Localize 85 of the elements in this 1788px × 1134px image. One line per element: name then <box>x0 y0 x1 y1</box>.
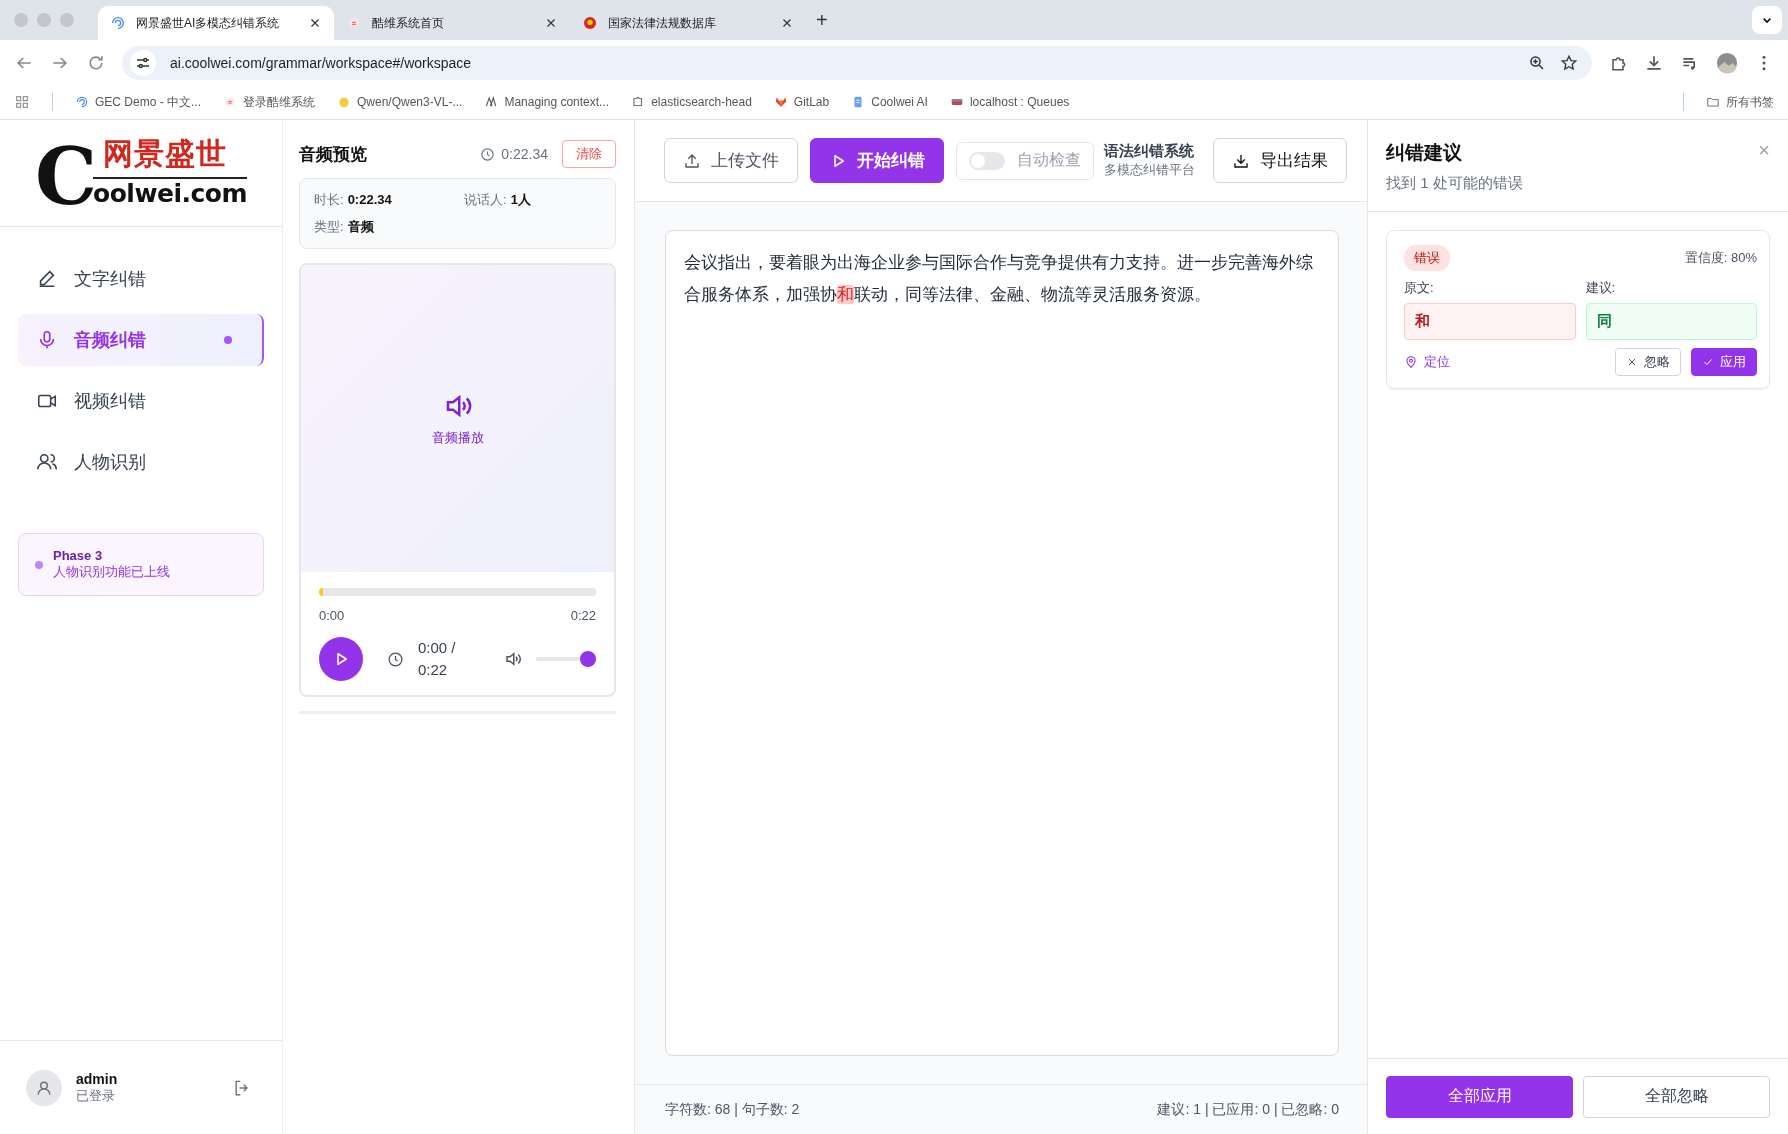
status-text: 建议: 1 | 已应用: 0 | 已忽略: 0 <box>1157 1100 1339 1119</box>
notice-text: 人物识别功能已上线 <box>53 563 170 581</box>
tab-search-button[interactable] <box>1752 6 1782 34</box>
bookmark[interactable]: Coolwei AI <box>851 95 928 109</box>
check-icon <box>1702 356 1714 368</box>
apps-icon[interactable] <box>14 94 30 110</box>
status-dot <box>35 560 43 569</box>
bookmark[interactable]: 登录酷维系统 <box>223 93 315 111</box>
swirl-icon <box>75 95 89 109</box>
clock-icon <box>387 650 404 668</box>
nav-item[interactable]: 音频纠错 <box>18 314 264 366</box>
error-badge: 错误 <box>1404 245 1450 271</box>
player-caption: 音频播放 <box>431 428 484 447</box>
info-value: 1人 <box>510 192 531 207</box>
face-icon <box>337 95 351 109</box>
status-text: 字符数: 68 | 句子数: 2 <box>665 1100 800 1119</box>
browser-tab[interactable]: 网景盛世AI多模态纠错系统 <box>98 6 334 40</box>
ignore-all-button[interactable]: 全部忽略 <box>1583 1075 1770 1118</box>
bookmark[interactable]: GEC Demo - 中文... <box>75 93 201 111</box>
clear-button[interactable]: 清除 <box>562 140 616 168</box>
apply-button[interactable]: 应用 <box>1691 348 1757 376</box>
bookmark[interactable]: elasticsearch-head <box>631 95 752 109</box>
tab-title: 网景盛世AI多模态纠错系统 <box>136 14 281 32</box>
play-button[interactable] <box>319 637 363 681</box>
user-status: 已登录 <box>76 1086 116 1105</box>
speaker-icon[interactable] <box>504 650 522 668</box>
ignore-button[interactable]: 忽略 <box>1615 348 1681 376</box>
nav-item[interactable]: 视频纠错 <box>18 375 264 427</box>
bookmark[interactable]: Qwen/Qwen3-VL-... <box>337 95 463 109</box>
profile-avatar[interactable] <box>1716 51 1738 74</box>
time-text: 0:00 / 0:22 <box>418 638 457 680</box>
panel-title: 音频预览 <box>299 143 367 166</box>
bookmarks-folder[interactable]: 所有书签 <box>1706 93 1774 111</box>
editor-text: 会议指出，要着眼为出海企业参与国际合作与竞争提供有力支持。进一步完善海外综合服务体系，加强协和联动，同等法律、金融、物流等灵活服务资源。 <box>684 252 1314 306</box>
nav-item[interactable]: 文字纠错 <box>18 253 264 305</box>
active-dot <box>224 336 232 344</box>
panel-subtitle: 找到 1 处可能的错误 <box>1386 174 1524 193</box>
field-label: 建议: <box>1585 279 1617 297</box>
info-label: 时长: <box>314 192 344 207</box>
browser-tab[interactable]: 酷维系统首页 <box>334 6 570 40</box>
fox-icon <box>773 95 788 109</box>
info-label: 类型: <box>314 219 344 234</box>
duration-text: 0:22.34 <box>501 146 548 162</box>
notice-title: Phase 3 <box>53 548 104 563</box>
zoom-icon[interactable] <box>1528 53 1546 72</box>
clock-icon <box>480 146 496 162</box>
confidence-text: 置信度: 80% <box>1684 249 1757 267</box>
volume-slider[interactable] <box>536 651 596 667</box>
start-button[interactable]: 开始纠错 <box>810 138 944 183</box>
upload-button[interactable]: 上传文件 <box>664 138 798 183</box>
letters-icon <box>484 95 499 109</box>
suggested-text: 同 <box>1585 303 1757 340</box>
info-value: 音频 <box>347 219 374 234</box>
url-text: ai.coolwei.com/grammar/workspace#/workspace <box>170 54 472 71</box>
apply-all-button[interactable]: 全部应用 <box>1386 1075 1573 1118</box>
address-bar[interactable]: ai.coolwei.com/grammar/workspace#/workspace <box>122 45 1592 80</box>
time-label: 0:00 <box>319 608 345 623</box>
tab-title: 酷维系统首页 <box>372 14 445 32</box>
system-subtitle: 多模态纠错平台 <box>1104 161 1195 179</box>
info-value: 0:22.34 <box>347 192 392 207</box>
export-button[interactable]: 导出结果 <box>1213 138 1347 183</box>
time-label: 0:22 <box>570 608 596 623</box>
star-icon[interactable] <box>1560 53 1578 72</box>
volume-thumb[interactable] <box>580 651 596 667</box>
field-label: 原文: <box>1404 279 1435 297</box>
original-text: 和 <box>1404 303 1576 340</box>
panel-title: 纠错建议 <box>1386 141 1463 165</box>
close-icon <box>1626 356 1638 368</box>
bookmark[interactable]: localhost : Queues <box>949 95 1070 109</box>
swirl-icon <box>110 15 126 31</box>
user-name: admin <box>76 1070 118 1087</box>
new-tab-button[interactable]: + <box>806 8 838 32</box>
system-title: 语法纠错系统 <box>1104 142 1195 161</box>
locate-link[interactable]: 定位 <box>1404 353 1450 371</box>
tab-title: 国家法律法规数据库 <box>608 14 717 32</box>
settings-icon[interactable] <box>130 49 156 76</box>
browser-tab[interactable]: 国家法律法规数据库 <box>570 6 806 40</box>
progress-track[interactable] <box>319 588 596 596</box>
info-label: 说话人: <box>464 192 507 207</box>
emblem-icon <box>582 15 598 31</box>
bookmark[interactable]: Managing context... <box>484 95 610 109</box>
folder-icon <box>1706 95 1720 109</box>
bookmark[interactable]: GitLab <box>773 95 830 109</box>
location-icon <box>1404 355 1418 369</box>
nav-item[interactable]: 人物识别 <box>18 436 264 488</box>
